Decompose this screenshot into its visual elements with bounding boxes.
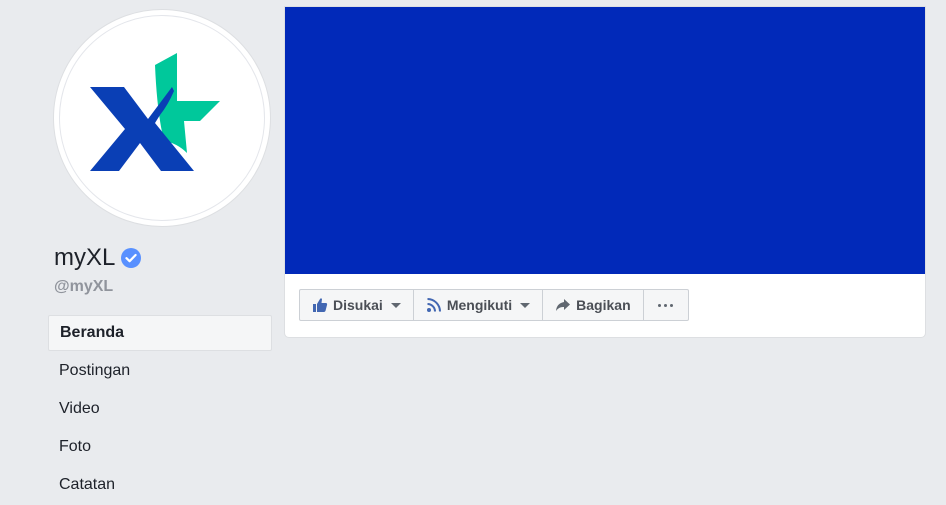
rss-icon — [426, 298, 441, 312]
share-arrow-icon — [556, 299, 571, 311]
profile-logo-frame — [59, 15, 265, 221]
liked-button[interactable]: Disukai — [300, 290, 414, 320]
chevron-down-icon — [520, 302, 531, 308]
verified-badge-icon — [121, 248, 142, 268]
nav-item-catatan[interactable]: Catatan — [48, 467, 272, 503]
thumbs-up-icon — [313, 298, 328, 312]
nav-item-postingan[interactable]: Postingan — [48, 353, 272, 389]
page-action-bar: Disukai Mengikuti Bagikan — [299, 289, 689, 321]
cover-photo[interactable] — [285, 7, 925, 274]
ellipsis-icon — [658, 303, 674, 307]
page-title[interactable]: myXL — [54, 244, 115, 272]
page-nav: Beranda Postingan Video Foto Catatan — [48, 315, 272, 505]
following-button[interactable]: Mengikuti — [414, 290, 544, 320]
share-button[interactable]: Bagikan — [543, 290, 644, 320]
chevron-down-icon — [390, 302, 401, 308]
share-label: Bagikan — [576, 297, 631, 313]
page-title-row: myXL — [54, 244, 142, 272]
page-handle[interactable]: @myXL — [54, 278, 113, 296]
nav-item-foto[interactable]: Foto — [48, 429, 272, 465]
nav-item-video[interactable]: Video — [48, 391, 272, 427]
following-label: Mengikuti — [446, 297, 513, 313]
profile-avatar[interactable] — [53, 9, 271, 227]
more-options-button[interactable] — [644, 290, 688, 320]
xl-logo-icon — [90, 53, 220, 171]
cover-card: Disukai Mengikuti Bagikan — [285, 7, 925, 337]
nav-item-beranda[interactable]: Beranda — [48, 315, 272, 351]
liked-label: Disukai — [333, 297, 383, 313]
